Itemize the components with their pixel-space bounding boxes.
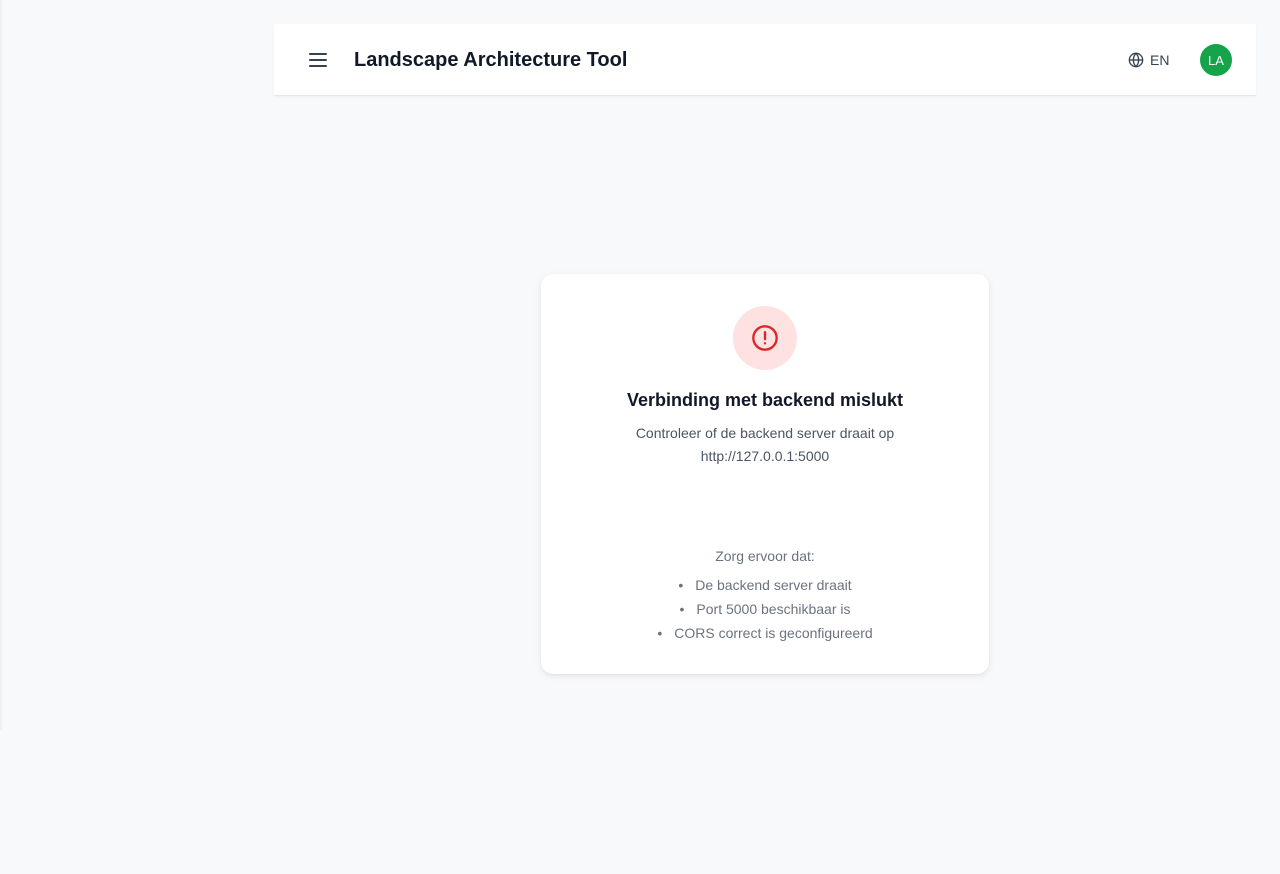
language-switcher-button[interactable]: EN (1128, 48, 1169, 72)
app-title: Landscape Architecture Tool (354, 49, 628, 71)
alert-circle-icon (752, 325, 778, 351)
error-icon-badge (733, 306, 797, 370)
hint-item: • De backend server draait (678, 577, 852, 593)
backend-url: http://127.0.0.1:5000 (700, 448, 830, 464)
user-avatar[interactable]: LA (1200, 44, 1232, 76)
hint-item: • CORS correct is geconfigureerd (657, 625, 873, 641)
hint-list: • De backend server draait • Port 5000 bes… (541, 573, 989, 645)
hint-text: CORS correct is geconfigureerd (674, 625, 873, 641)
language-label: EN (1150, 52, 1170, 68)
hint-intro: Zorg ervoor dat: (715, 548, 815, 564)
error-message: Controleer of de backend server draait o… (621, 422, 909, 468)
hint-item: • Port 5000 beschikbaar is (679, 601, 851, 617)
hamburger-menu-icon (309, 53, 327, 67)
globe-icon (1128, 52, 1144, 68)
connection-error-card: Verbinding met backend mislukt Controlee… (541, 274, 989, 674)
hint-text: Port 5000 beschikbaar is (696, 601, 851, 617)
top-header: Landscape Architecture Tool EN LA (274, 24, 1256, 96)
menu-toggle-button[interactable] (302, 44, 334, 76)
hint-text: De backend server draait (695, 577, 852, 593)
error-message-line: Controleer of de backend server draait o… (635, 425, 895, 441)
sidebar-edge (0, 0, 3, 730)
error-title: Verbinding met backend mislukt (626, 390, 904, 410)
